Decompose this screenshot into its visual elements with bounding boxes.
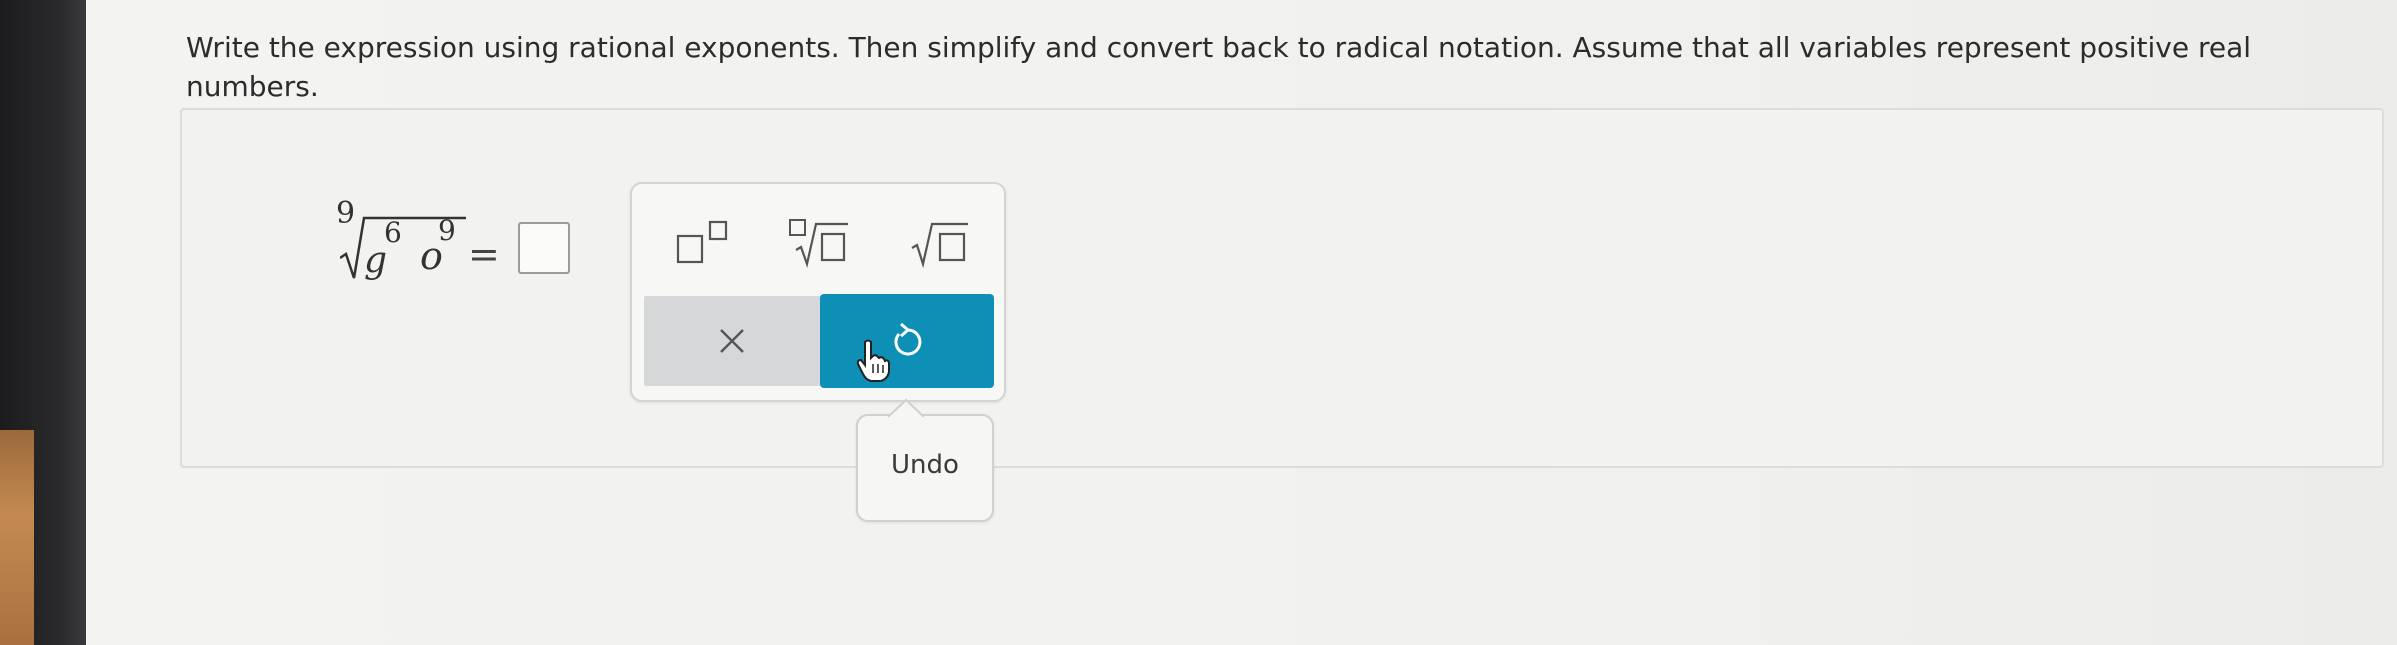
- math-palette: [630, 182, 1006, 402]
- nth-root-template-icon: [789, 219, 848, 268]
- hand-cursor-icon: [856, 339, 890, 382]
- nth-root-button[interactable]: [788, 214, 850, 270]
- superscript-template-icon: [676, 220, 728, 264]
- superscript-button[interactable]: [674, 214, 734, 270]
- undo-tooltip: Undo: [856, 398, 994, 522]
- answer-area: [180, 108, 2384, 468]
- close-icon: [720, 329, 744, 353]
- square-root-template-icon: [911, 222, 968, 269]
- undo-button[interactable]: [820, 294, 994, 388]
- radicand-exponent-g: 6: [384, 216, 402, 249]
- answer-input[interactable]: [518, 222, 570, 274]
- background-desk: [0, 430, 34, 645]
- tooltip-label: Undo: [891, 450, 959, 480]
- clear-button[interactable]: [644, 296, 820, 386]
- radicand-exponent-o: 9: [438, 214, 456, 247]
- tooltip-arrow: [888, 398, 924, 418]
- screen-bezel: [0, 0, 86, 645]
- undo-icon: [894, 322, 922, 356]
- question-text: Write the expression using rational expo…: [186, 31, 2252, 103]
- equals-sign: =: [468, 232, 500, 276]
- square-root-button[interactable]: [910, 214, 972, 270]
